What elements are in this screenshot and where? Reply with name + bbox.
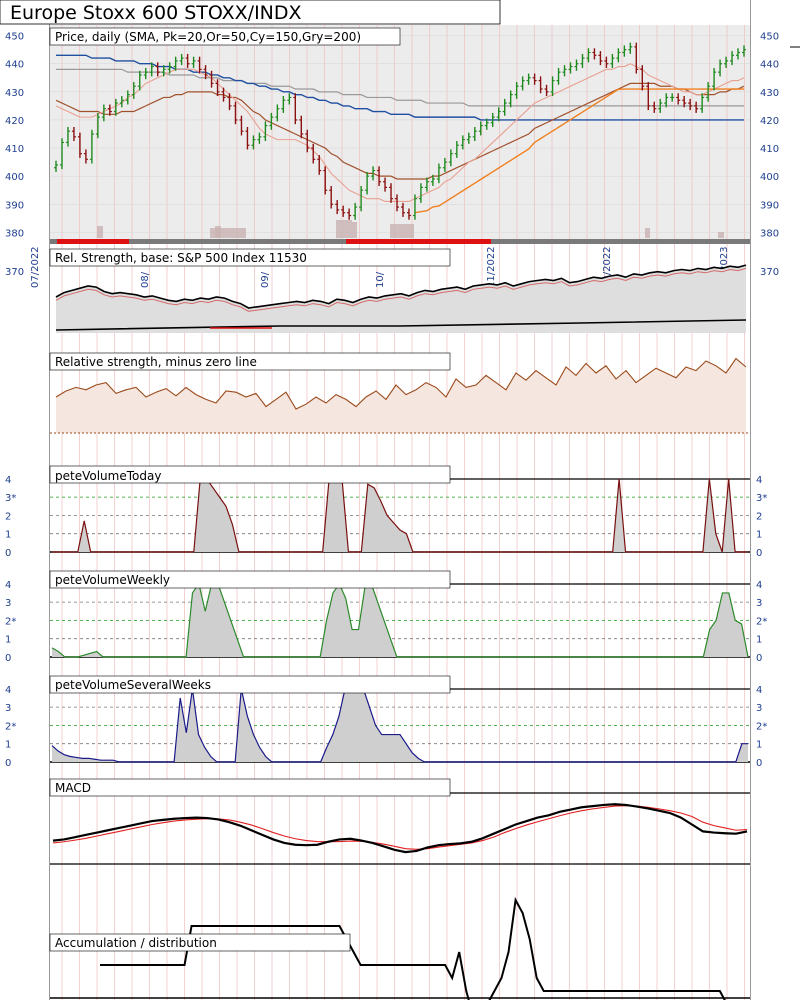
date-label: 09/ <box>260 271 271 288</box>
price-ytick-left: 450 <box>5 32 24 43</box>
ad-title: Accumulation / distribution <box>55 936 217 950</box>
pvs-tick-left: 4 <box>5 685 11 696</box>
price-ytick-right: 440 <box>760 60 779 71</box>
rs-title: Rel. Strength, base: S&P 500 Index 11530 <box>55 251 307 265</box>
price-ytick-right: 450 <box>760 32 779 43</box>
date-label: 11/2022 <box>486 246 497 288</box>
pvt-tick-left: 4 <box>5 475 11 486</box>
price-ytick-right: 400 <box>760 172 779 183</box>
pvt-tick-left: 3* <box>5 493 16 504</box>
volume-bar <box>352 222 357 238</box>
price-ytick-right: 430 <box>760 88 779 99</box>
price-ytick-left: 440 <box>5 60 24 71</box>
pvw-tick-right: 2* <box>756 616 767 627</box>
macd-title-box <box>49 778 451 797</box>
pvs-tick-left: 0 <box>5 758 11 769</box>
date-label: 10/ <box>375 271 386 288</box>
price-ytick-right: 420 <box>760 116 779 127</box>
price-ytick-right: 410 <box>760 144 779 155</box>
pvw-tick-right: 4 <box>756 580 762 591</box>
stock-chart: 380 380390 390400 400410 410420 420430 430440 4… <box>0 0 800 1000</box>
pvs-tick-right: 3 <box>756 703 762 714</box>
volume-bar <box>718 232 724 238</box>
price-ytick-left: 390 <box>5 200 24 211</box>
pvt-tick-left: 2 <box>5 511 11 522</box>
pvs-tick-right: 4 <box>756 685 762 696</box>
pvs-tick-left: 2* <box>5 721 16 732</box>
pvw-tick-right: 0 <box>756 653 762 664</box>
rs-tick-left: 370 <box>5 267 24 278</box>
pvt-tick-right: 2 <box>756 511 762 522</box>
price-ytick-left: 430 <box>5 88 24 99</box>
volume-bar <box>215 226 221 238</box>
pvs-tick-right: 1 <box>756 740 762 751</box>
price-ytick-right: 390 <box>760 200 779 211</box>
pvw-tick-left: 3 <box>5 598 11 609</box>
pvs-tick-left: 3 <box>5 703 11 714</box>
pvt-tick-right: 0 <box>756 548 762 559</box>
date-label: 08/ <box>140 271 151 288</box>
pvw-tick-left: 1 <box>5 635 11 646</box>
main-title: Europe Stoxx 600 STOXX/INDX <box>10 2 302 24</box>
strip-red <box>346 239 491 244</box>
volume-bar <box>97 226 103 238</box>
pvt-tick-left: 0 <box>5 548 11 559</box>
pvt-title: peteVolumeToday <box>55 469 161 483</box>
strip-red <box>57 239 129 244</box>
price-ytick-left: 400 <box>5 172 24 183</box>
pvw-title: peteVolumeWeekly <box>55 573 170 587</box>
price-ytick-left: 410 <box>5 144 24 155</box>
pvt-tick-right: 4 <box>756 475 762 486</box>
pvw-tick-right: 1 <box>756 635 762 646</box>
macd-title: MACD <box>55 781 91 795</box>
volume-bar <box>390 224 414 238</box>
rsz-title: Relative strength, minus zero line <box>55 355 257 369</box>
volume-bar <box>645 228 650 238</box>
price-ytick-right: 380 <box>760 228 779 239</box>
pvw-tick-left: 0 <box>5 653 11 664</box>
price-panel-bg <box>50 25 750 240</box>
pvs-tick-left: 1 <box>5 740 11 751</box>
volume-bar <box>336 220 352 238</box>
pvs-title: peteVolumeSeveralWeeks <box>55 678 211 692</box>
pvw-tick-right: 3 <box>756 598 762 609</box>
signal-strip <box>50 239 750 244</box>
price-ytick-left: 380 <box>5 228 24 239</box>
pvt-tick-left: 1 <box>5 530 11 541</box>
date-label: 07/2022 <box>30 246 41 288</box>
rs-tick-right: 370 <box>760 267 779 278</box>
pvt-tick-right: 1 <box>756 530 762 541</box>
price-ytick-left: 420 <box>5 116 24 127</box>
pvw-tick-left: 2* <box>5 616 16 627</box>
pvs-tick-right: 2* <box>756 721 767 732</box>
pvt-tick-right: 3* <box>756 493 767 504</box>
price-title: Price, daily (SMA, Pk=20,Or=50,Cy=150,Gr… <box>55 30 361 44</box>
pvw-tick-left: 4 <box>5 580 11 591</box>
pvs-tick-right: 0 <box>756 758 762 769</box>
